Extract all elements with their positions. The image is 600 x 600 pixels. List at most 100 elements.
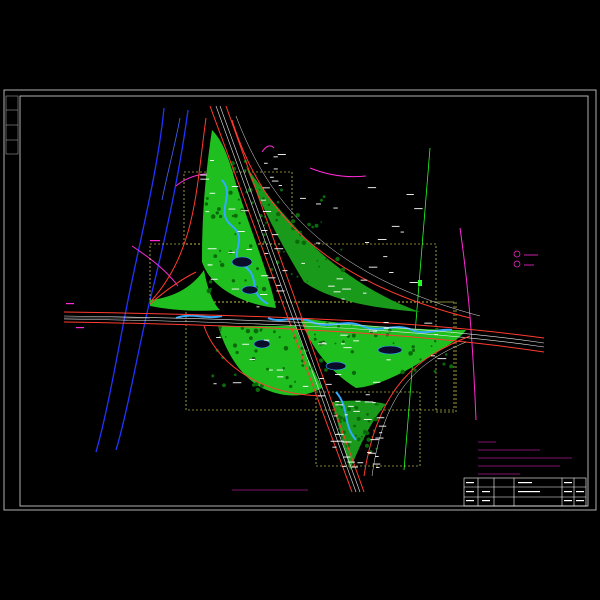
annotation-tick [330, 440, 339, 442]
shrub-dot [325, 258, 328, 261]
annotation-tick [209, 192, 216, 194]
annotation-tick [240, 210, 249, 212]
shrub-dot [356, 437, 361, 442]
annotation-tick [231, 186, 239, 187]
annotation-tick [333, 415, 338, 417]
shrub-dot [408, 351, 413, 356]
shrub-dot [318, 265, 320, 268]
annotation-tick [228, 251, 235, 253]
shrub-dot [275, 218, 278, 222]
annotation-tick [373, 381, 381, 383]
annotation-tick [383, 256, 388, 258]
annotation-tick [414, 208, 423, 210]
shrub-dot [413, 368, 417, 372]
shrub-dot [265, 221, 268, 224]
shrub-dot [285, 376, 289, 380]
shrub-dot [306, 280, 309, 283]
annotation-tick [389, 272, 394, 273]
annotation-tick [363, 419, 372, 420]
annotation-tick [276, 290, 285, 292]
shrub-dot [360, 435, 364, 438]
annotation-tick [430, 355, 435, 357]
annotation-tick [383, 322, 389, 323]
shrub-dot [340, 406, 343, 409]
annotation-tick [335, 374, 342, 375]
annotation-tick [301, 262, 305, 264]
annotation-tick [368, 266, 378, 268]
shrub-dot [351, 370, 357, 375]
annotation-tick [262, 187, 270, 189]
annotation-tick [360, 279, 368, 281]
shrub-dot [206, 197, 209, 200]
annotation-tick [342, 288, 351, 290]
annotation-tick [261, 275, 269, 277]
annotation-tick [377, 239, 387, 240]
shrub-dot [210, 214, 216, 219]
annotation-tick [200, 178, 209, 180]
annotation-tick [386, 359, 391, 361]
shrub-dot [419, 358, 422, 361]
annotation-tick [318, 395, 326, 397]
shrub-dot [251, 356, 256, 361]
shrub-dot [335, 256, 340, 262]
annotation-tick [322, 342, 326, 344]
annotation-tick [341, 298, 345, 300]
annotation-tick [232, 382, 242, 384]
annotation-tick [260, 294, 268, 295]
shrub-dot [363, 432, 366, 435]
shrub-dot [273, 330, 276, 334]
shrub-dot [283, 250, 285, 253]
annotation-tick [375, 437, 384, 439]
annotation-tick [364, 401, 374, 403]
shrub-dot [433, 370, 437, 373]
shrub-dot [350, 350, 354, 354]
annotation-tick [335, 404, 344, 406]
shrub-dot [255, 387, 260, 392]
annotation-tick [434, 334, 438, 336]
shrub-dot [244, 279, 247, 282]
shrub-dot [340, 248, 343, 251]
shrub-dot [245, 328, 251, 334]
shrub-dot [219, 260, 222, 263]
annotation-tick [316, 203, 321, 205]
annotation-tick [372, 402, 376, 404]
shrub-dot [320, 221, 323, 223]
annotation-tick [213, 383, 217, 385]
annotation-tick [379, 432, 383, 434]
annotation-tick [406, 194, 414, 195]
shrub-dot [334, 342, 337, 345]
annotation-tick [343, 456, 351, 458]
shrub-dot [283, 346, 289, 351]
annotation-tick [272, 234, 279, 236]
shrub-dot [222, 383, 226, 388]
shrub-dot [351, 333, 356, 338]
annotation-tick [264, 339, 270, 341]
shrub-dot [266, 367, 269, 371]
annotation-tick [424, 322, 433, 324]
annotation-tick [357, 462, 364, 464]
shrub-dot [213, 254, 218, 258]
shrub-dot [259, 188, 261, 191]
shrub-dot [311, 225, 315, 229]
shrub-dot [449, 364, 454, 369]
annotation-tick [367, 452, 372, 453]
shrub-dot [300, 346, 304, 350]
annotation-tick [368, 452, 376, 454]
shrub-dot [278, 336, 281, 339]
annotation-tick [242, 343, 250, 345]
annotation-tick [437, 358, 447, 360]
shrub-dot [366, 437, 371, 442]
shrub-dot [430, 345, 433, 347]
annotation-tick [347, 461, 355, 463]
shrub-dot [238, 222, 241, 225]
annotation-tick [340, 334, 349, 336]
shrub-dot [256, 267, 259, 271]
annotation-tick [369, 330, 378, 332]
shrub-dot [342, 340, 345, 343]
annotation-tick [264, 253, 269, 254]
shrub-dot [400, 369, 405, 375]
shrub-dot [313, 337, 317, 341]
shrub-dot [387, 328, 392, 333]
annotation-tick [267, 277, 276, 279]
annotation-tick [237, 231, 245, 232]
